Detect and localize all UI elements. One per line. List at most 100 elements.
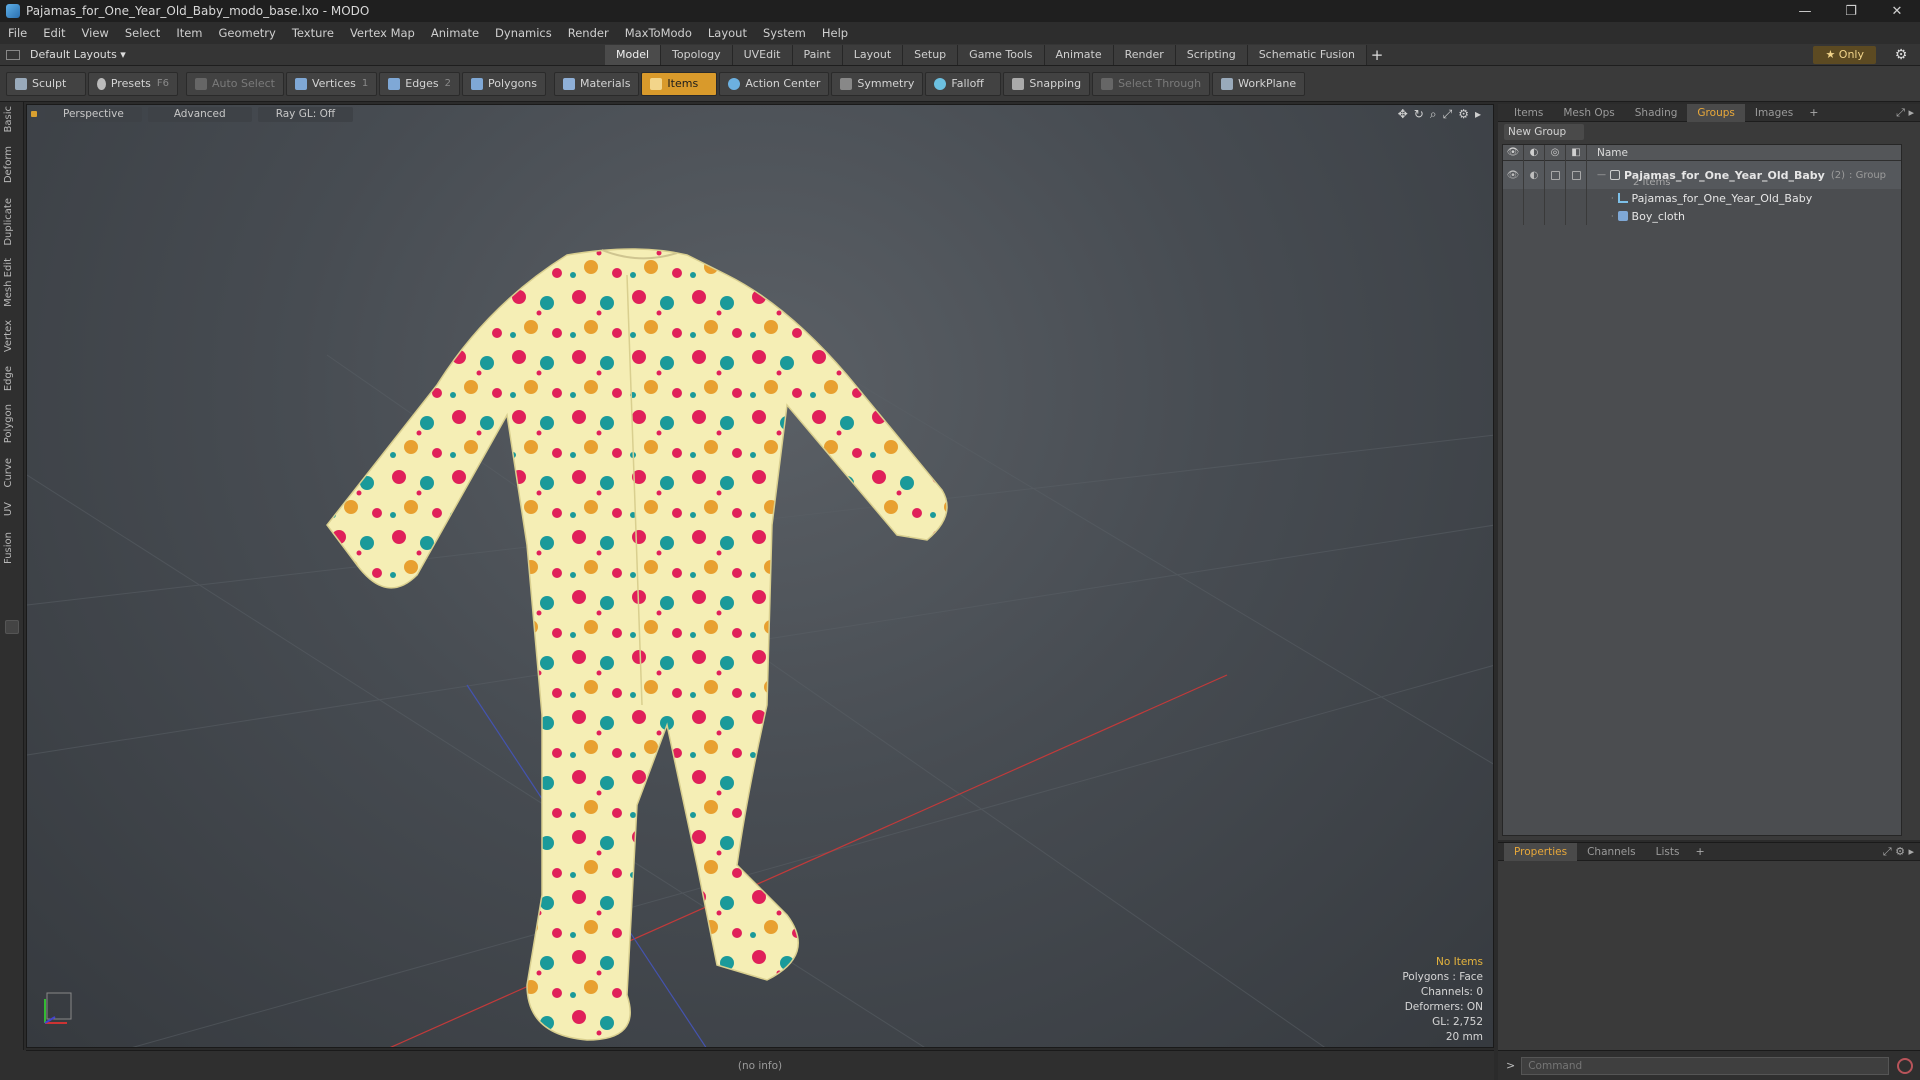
- edges-button[interactable]: Edges 2: [379, 71, 461, 96]
- pajamas-model[interactable]: [326, 248, 948, 1041]
- tab-render[interactable]: Render: [1113, 45, 1176, 65]
- left-tab-duplicate[interactable]: Duplicate: [3, 198, 21, 246]
- left-tab-deform[interactable]: Deform: [3, 146, 21, 183]
- mesh-icon: [1617, 193, 1628, 203]
- tab-groups[interactable]: Groups: [1687, 103, 1745, 122]
- left-tab-vertex[interactable]: Vertex: [3, 320, 21, 352]
- items-button[interactable]: Items: [641, 71, 718, 96]
- viewport-settings-icon[interactable]: ⚙: [1458, 107, 1469, 122]
- name-column-header[interactable]: Name: [1587, 147, 1628, 159]
- menu-file[interactable]: File: [0, 22, 35, 44]
- menu-item[interactable]: Item: [168, 22, 210, 44]
- rotate-icon[interactable]: ↻: [1414, 107, 1424, 122]
- symmetry-button[interactable]: Symmetry: [831, 71, 924, 96]
- tab-uvedit[interactable]: UVEdit: [732, 45, 793, 65]
- left-tab-polygon[interactable]: Polygon: [3, 404, 21, 443]
- menu-system[interactable]: System: [755, 22, 814, 44]
- menu-select[interactable]: Select: [117, 22, 168, 44]
- viewport-menu-icon[interactable]: [31, 111, 37, 117]
- left-tab-edge[interactable]: Edge: [3, 366, 21, 391]
- group-visibility-toggle[interactable]: 👁: [1503, 161, 1524, 189]
- menu-dynamics[interactable]: Dynamics: [487, 22, 560, 44]
- auto-select-button[interactable]: Auto Select: [186, 71, 284, 96]
- collapse-icon[interactable]: —: [1597, 170, 1606, 180]
- tab-mesh-ops[interactable]: Mesh Ops: [1553, 104, 1624, 122]
- tab-topology[interactable]: Topology: [661, 45, 733, 65]
- menu-vertex-map[interactable]: Vertex Map: [342, 22, 423, 44]
- new-group-button[interactable]: New Group: [1504, 124, 1584, 140]
- restore-button[interactable]: ❐: [1828, 0, 1874, 22]
- visibility-column-icon[interactable]: 👁: [1503, 144, 1524, 161]
- left-tab-mesh-edit[interactable]: Mesh Edit: [3, 258, 21, 307]
- polygons-button[interactable]: Polygons: [462, 71, 546, 96]
- action-center-button[interactable]: Action Center: [719, 71, 830, 96]
- sculpt-button[interactable]: Sculpt: [6, 71, 86, 96]
- menu-render[interactable]: Render: [560, 22, 617, 44]
- tab-paint[interactable]: Paint: [792, 45, 843, 65]
- tab-channels[interactable]: Channels: [1577, 843, 1646, 861]
- layout-selector[interactable]: Default Layouts ▾: [6, 48, 126, 61]
- tab-scripting[interactable]: Scripting: [1175, 45, 1248, 65]
- panel-expand-icon[interactable]: ⤢ ▸: [1896, 106, 1914, 120]
- group-child-row[interactable]: · Pajamas_for_One_Year_Old_Baby: [1503, 189, 1901, 207]
- group-child-row[interactable]: · Boy_cloth: [1503, 207, 1901, 225]
- left-tab-curve[interactable]: Curve: [3, 458, 21, 488]
- menu-geometry[interactable]: Geometry: [211, 22, 284, 44]
- materials-button[interactable]: Materials: [554, 71, 640, 96]
- only-toggle[interactable]: ★ Only: [1813, 46, 1876, 64]
- raygl-button[interactable]: Ray GL: Off: [257, 106, 354, 122]
- left-tab-fusion[interactable]: Fusion: [3, 532, 21, 564]
- view-mode-button[interactable]: Perspective: [45, 106, 142, 122]
- group-render-toggle[interactable]: ◐: [1524, 161, 1545, 189]
- menu-animate[interactable]: Animate: [423, 22, 487, 44]
- shading-mode-button[interactable]: Advanced: [147, 106, 252, 122]
- menu-layout[interactable]: Layout: [700, 22, 755, 44]
- tab-properties[interactable]: Properties: [1504, 842, 1578, 861]
- command-history-icon[interactable]: [1897, 1057, 1914, 1074]
- menu-view[interactable]: View: [74, 22, 117, 44]
- close-button[interactable]: ✕: [1874, 0, 1920, 22]
- vertices-button[interactable]: Vertices 1: [285, 71, 378, 96]
- select-through-button[interactable]: Select Through: [1092, 71, 1211, 96]
- group-select-toggle[interactable]: [1566, 161, 1587, 189]
- minimize-button[interactable]: —: [1782, 0, 1828, 22]
- tab-game-tools[interactable]: Game Tools: [958, 45, 1045, 65]
- command-input[interactable]: [1521, 1056, 1890, 1075]
- tab-lists[interactable]: Lists: [1646, 843, 1690, 861]
- add-tab-button[interactable]: +: [1367, 45, 1387, 65]
- properties-expand-icon[interactable]: ⤢ ⚙ ▸: [1883, 845, 1914, 859]
- maximize-icon[interactable]: ⤢: [1443, 107, 1453, 122]
- tab-shading[interactable]: Shading: [1625, 104, 1688, 122]
- group-lock-toggle[interactable]: [1545, 161, 1566, 189]
- snapping-button[interactable]: Snapping: [1003, 71, 1091, 96]
- left-panel-toggle[interactable]: [5, 620, 19, 634]
- lock-column-icon[interactable]: ◎: [1545, 144, 1566, 161]
- render-column-icon[interactable]: ◐: [1524, 144, 1545, 161]
- 3d-viewport[interactable]: Perspective Advanced Ray GL: Off ✥ ↻ ⌕ ⤢…: [26, 104, 1494, 1048]
- group-row[interactable]: 👁 ◐ — Pajamas_for_One_Year_Old_Baby (2) …: [1503, 161, 1901, 189]
- tab-images[interactable]: Images: [1745, 104, 1803, 122]
- zoom-icon[interactable]: ⌕: [1430, 107, 1437, 122]
- tab-schematic-fusion[interactable]: Schematic Fusion: [1247, 45, 1368, 65]
- workplane-button[interactable]: WorkPlane: [1212, 71, 1306, 96]
- tab-animate[interactable]: Animate: [1044, 45, 1114, 65]
- tab-layout[interactable]: Layout: [842, 45, 904, 65]
- add-properties-tab-button[interactable]: +: [1689, 845, 1710, 858]
- left-tab-basic[interactable]: Basic: [3, 106, 21, 132]
- pan-icon[interactable]: ✥: [1398, 107, 1408, 122]
- tab-setup[interactable]: Setup: [903, 45, 959, 65]
- falloff-button[interactable]: Falloff: [925, 71, 1002, 96]
- tab-model[interactable]: Model: [605, 45, 662, 65]
- menu-texture[interactable]: Texture: [284, 22, 342, 44]
- select-column-icon[interactable]: ◧: [1566, 144, 1587, 161]
- menu-maxtomodo[interactable]: MaxToModo: [617, 22, 700, 44]
- gear-icon[interactable]: ⚙: [1892, 46, 1910, 64]
- add-panel-tab-button[interactable]: +: [1803, 106, 1824, 119]
- group-count: (2): [1830, 169, 1846, 181]
- menu-help[interactable]: Help: [814, 22, 856, 44]
- tab-items[interactable]: Items: [1504, 104, 1553, 122]
- menu-edit[interactable]: Edit: [35, 22, 73, 44]
- left-tab-uv[interactable]: UV: [3, 502, 21, 516]
- presets-button[interactable]: Presets F6: [88, 71, 178, 96]
- viewport-more-icon[interactable]: ▸: [1475, 107, 1481, 122]
